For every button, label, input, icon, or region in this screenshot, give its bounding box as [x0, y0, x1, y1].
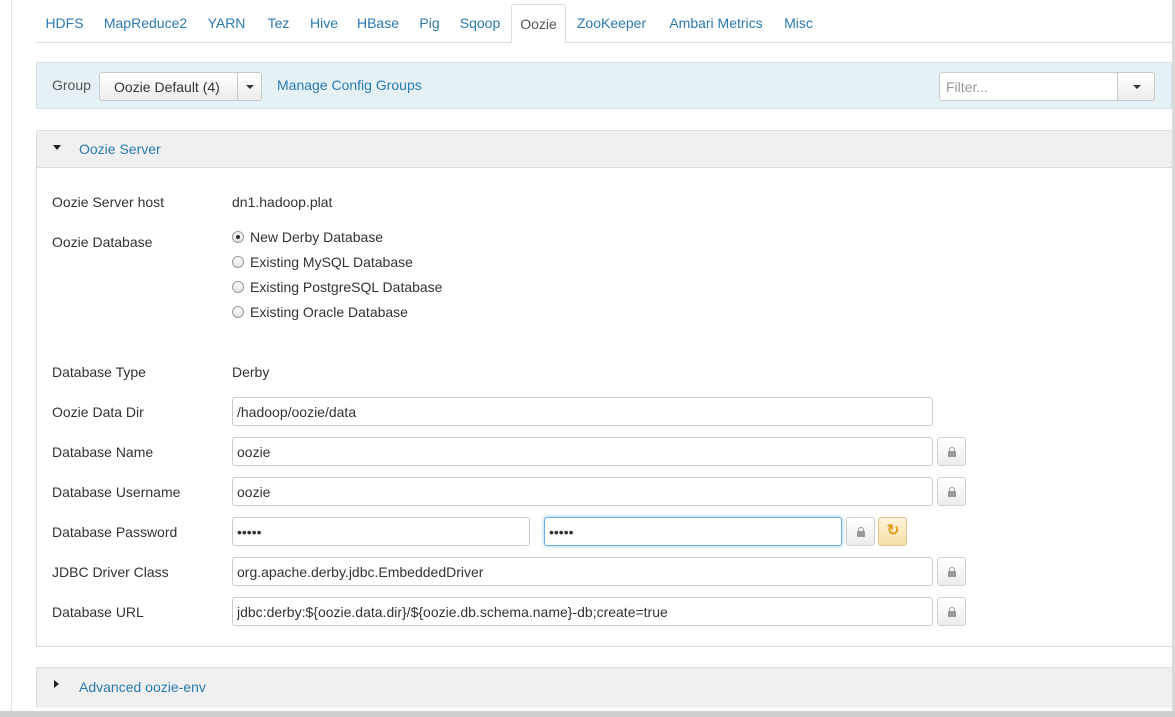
database-name-input[interactable] [232, 437, 933, 466]
triangle-right-icon [54, 680, 59, 688]
oozie-database-label: Oozie Database [52, 234, 153, 250]
tab-hdfs[interactable]: HDFS [36, 4, 93, 42]
database-password-undo-button[interactable]: ↻ [878, 517, 907, 546]
tab-pig[interactable]: Pig [410, 4, 449, 42]
tab-hive[interactable]: Hive [302, 4, 346, 42]
manage-config-groups-link[interactable]: Manage Config Groups [277, 77, 422, 93]
database-password-input[interactable] [232, 517, 530, 546]
tab-ambari-metrics[interactable]: Ambari Metrics [662, 4, 770, 42]
database-username-input[interactable] [232, 477, 933, 506]
lock-icon [948, 607, 956, 617]
group-select-toggle[interactable] [237, 73, 262, 100]
config-group-bar: Group Oozie Default (4) Manage Config Gr… [36, 62, 1172, 109]
database-password-confirm-input[interactable] [544, 517, 842, 546]
oozie-data-dir-label: Oozie Data Dir [52, 404, 144, 420]
oozie-server-title[interactable]: Oozie Server [79, 141, 161, 157]
database-url-lock-button[interactable] [937, 597, 966, 626]
oozie-server-host-label: Oozie Server host [52, 194, 165, 210]
database-password-label: Database Password [52, 524, 178, 540]
oozie-server-host-value: dn1.hadoop.plat [232, 194, 333, 210]
radio-button[interactable] [232, 256, 244, 268]
advanced-oozie-env-title[interactable]: Advanced oozie-env [79, 679, 206, 695]
radio-button-checked[interactable] [232, 231, 244, 243]
database-name-label: Database Name [52, 444, 154, 460]
radio-label: Existing Oracle Database [250, 304, 408, 320]
jdbc-driver-class-label: JDBC Driver Class [52, 564, 169, 580]
filter-input[interactable] [939, 72, 1118, 101]
tab-misc[interactable]: Misc [776, 4, 821, 42]
radio-label: Existing MySQL Database [250, 254, 413, 270]
undo-icon: ↻ [886, 522, 900, 539]
radio-label: New Derby Database [250, 229, 384, 245]
database-username-lock-button[interactable] [937, 477, 966, 506]
tab-sqoop[interactable]: Sqoop [449, 4, 511, 42]
tab-yarn[interactable]: YARN [198, 4, 255, 42]
lock-icon [948, 567, 956, 577]
group-select-value: Oozie Default (4) [114, 79, 220, 95]
tab-tez[interactable]: Tez [255, 4, 302, 42]
caret-down-icon [246, 85, 254, 89]
tab-hbase[interactable]: HBase [346, 4, 410, 42]
left-frame-border [11, 0, 12, 717]
tab-zookeeper[interactable]: ZooKeeper [568, 4, 655, 42]
group-label: Group [52, 77, 91, 93]
lock-icon [948, 487, 956, 497]
database-name-lock-button[interactable] [937, 437, 966, 466]
tab-oozie[interactable]: Oozie [511, 4, 566, 43]
tab-mapreduce2[interactable]: MapReduce2 [93, 4, 198, 42]
triangle-down-icon [53, 145, 61, 150]
database-type-label: Database Type [52, 364, 146, 380]
oozie-data-dir-input[interactable] [232, 397, 933, 426]
jdbc-driver-class-input[interactable] [232, 557, 933, 586]
caret-down-icon [1133, 85, 1141, 89]
radio-button[interactable] [232, 281, 244, 293]
jdbc-driver-class-lock-button[interactable] [937, 557, 966, 586]
group-select[interactable]: Oozie Default (4) [99, 72, 262, 101]
radio-button[interactable] [232, 306, 244, 318]
radio-label: Existing PostgreSQL Database [250, 279, 443, 295]
advanced-oozie-env-panel: Advanced oozie-env [36, 667, 1172, 708]
bottom-frame-shadow [0, 711, 1175, 717]
service-tabs: HDFS MapReduce2 YARN Tez Hive HBase Pig … [36, 4, 1172, 43]
filter-dropdown-button[interactable] [1117, 72, 1155, 101]
database-type-value: Derby [232, 364, 270, 380]
advanced-oozie-env-header[interactable]: Advanced oozie-env [37, 668, 1172, 708]
database-url-input[interactable] [232, 597, 933, 626]
lock-icon [857, 527, 865, 537]
database-url-label: Database URL [52, 604, 144, 620]
oozie-server-panel-header[interactable]: Oozie Server [37, 131, 1172, 168]
lock-icon [948, 447, 956, 457]
database-password-lock-button[interactable] [846, 517, 875, 546]
database-username-label: Database Username [52, 484, 181, 500]
